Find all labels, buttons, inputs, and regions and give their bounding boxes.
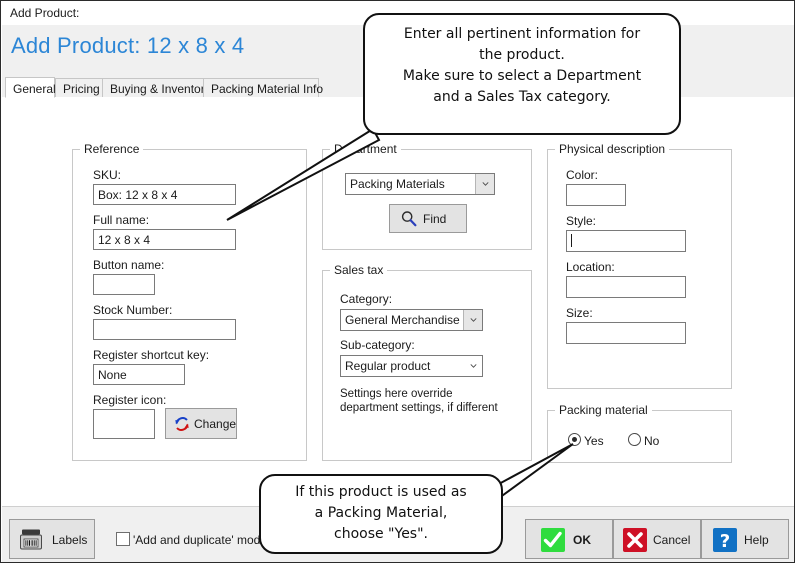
add-product-window: Add Product: Add Product: 12 x 8 x 4 Gen… bbox=[0, 0, 795, 563]
callout-line: If this product is used as bbox=[295, 484, 467, 500]
bottom-callout: If this product is used as a Packing Mat… bbox=[259, 474, 503, 554]
callout-line: Enter all pertinent information for bbox=[403, 26, 641, 42]
callout-line: Make sure to select a Department bbox=[402, 68, 642, 84]
callout-line: a Packing Material, bbox=[314, 505, 448, 521]
callout-line: choose "Yes". bbox=[334, 526, 428, 542]
top-callout: Enter all pertinent information for the … bbox=[363, 13, 681, 135]
callout-line: and a Sales Tax category. bbox=[433, 89, 611, 105]
callout-line: the product. bbox=[479, 47, 565, 63]
